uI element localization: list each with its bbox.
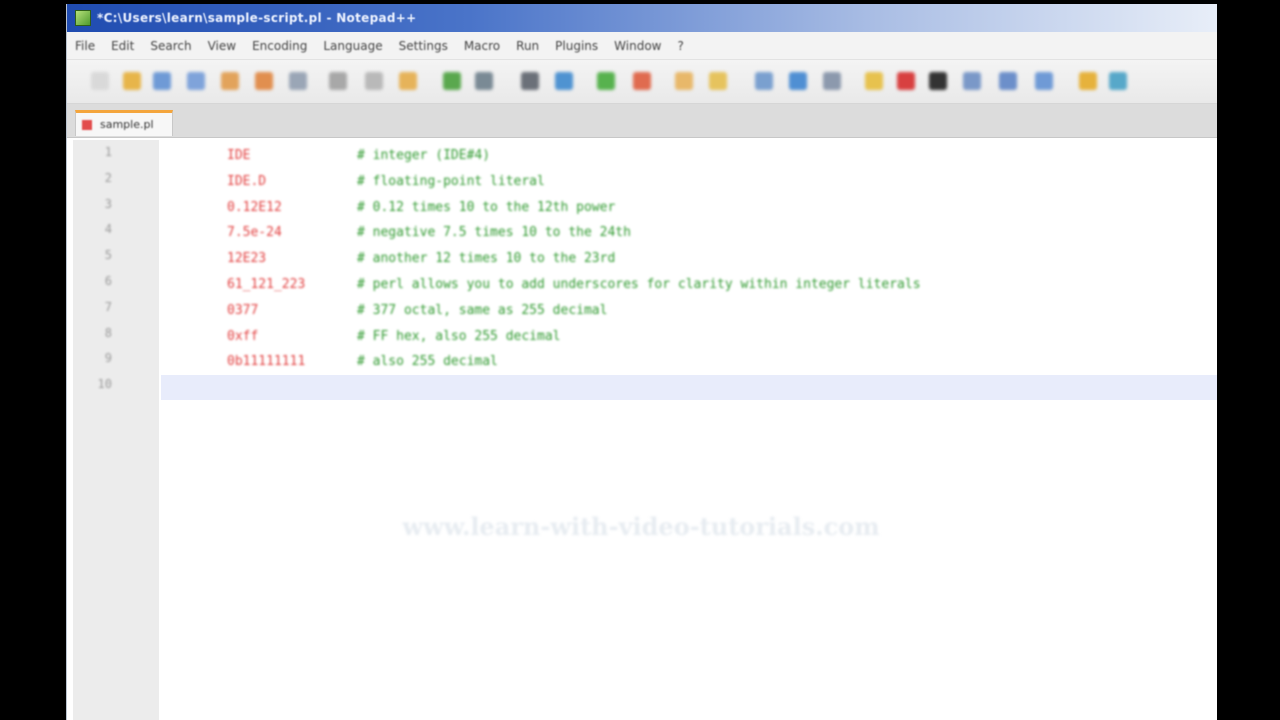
menu-settings[interactable]: Settings (399, 39, 448, 53)
line-number: 8 (104, 325, 112, 340)
code-comment: # 377 octal, same as 255 decimal (357, 302, 608, 318)
code-comment: # perl allows you to add underscores for… (357, 277, 921, 292)
code-comment: # FF hex, also 255 decimal (357, 328, 561, 344)
menu-help[interactable]: ? (677, 39, 683, 53)
new-file-icon[interactable] (91, 72, 109, 90)
toolbar (67, 60, 1217, 104)
sync-h-icon[interactable] (709, 72, 727, 90)
menu-window[interactable]: Window (614, 39, 661, 53)
code-comment: # negative 7.5 times 10 to the 24th (357, 225, 631, 241)
tab-sample-pl[interactable]: sample.pl (75, 110, 173, 136)
stop-macro-icon[interactable] (929, 72, 947, 90)
code-line[interactable]: 0xff # FF hex, also 255 decimal (161, 324, 1217, 349)
code-line[interactable] (161, 375, 1217, 401)
line-number: 1 (104, 145, 112, 159)
code-line[interactable]: 0.12E12 # 0.12 times 10 to the 12th power (161, 195, 1217, 220)
close-all-icon[interactable] (255, 72, 273, 90)
code-literal: 12E23 (227, 251, 267, 267)
code-line[interactable]: 7.5e-24 # negative 7.5 times 10 to the 24… (161, 220, 1217, 245)
line-number: 10 (97, 377, 112, 392)
zoom-in-icon[interactable] (597, 72, 615, 90)
code-line[interactable]: 0b11111111 # also 255 decimal (161, 349, 1217, 374)
title-bar[interactable]: *C:\Users\learn\sample-script.pl - Notep… (67, 4, 1217, 32)
tab-label: sample.pl (100, 118, 154, 131)
code-comment: # also 255 decimal (357, 354, 498, 370)
user-lang-icon[interactable] (865, 72, 883, 90)
plugin-icon[interactable] (1109, 72, 1127, 90)
play-multi-icon[interactable] (999, 72, 1017, 90)
open-file-icon[interactable] (123, 72, 141, 90)
menu-run[interactable]: Run (516, 39, 539, 53)
line-number: 5 (104, 248, 112, 263)
code-literal: 0xff (227, 328, 259, 344)
line-number: 4 (104, 222, 112, 237)
find-icon[interactable] (521, 72, 539, 90)
undo-icon[interactable] (443, 72, 461, 90)
menu-file[interactable]: File (75, 39, 95, 53)
menu-edit[interactable]: Edit (111, 39, 134, 53)
menu-macro[interactable]: Macro (464, 39, 500, 53)
redo-icon[interactable] (475, 72, 493, 90)
menu-bar: File Edit Search View Encoding Language … (67, 32, 1217, 60)
code-editor[interactable]: IDE # integer (IDE#4) IDE.D # floating-poin… (161, 140, 1217, 720)
save-macro-icon[interactable] (1035, 72, 1053, 90)
run-icon[interactable] (1079, 72, 1097, 90)
code-literal: 0377 (227, 302, 259, 318)
line-number: 6 (104, 274, 112, 288)
menu-language[interactable]: Language (323, 39, 382, 53)
notepad-plus-plus-icon (75, 10, 91, 26)
paste-icon[interactable] (399, 72, 417, 90)
save-all-icon[interactable] (187, 72, 205, 90)
code-line[interactable]: 12E23 # another 12 times 10 to the 23rd (161, 246, 1217, 271)
tab-bar: sample.pl (67, 104, 1217, 138)
menu-view[interactable]: View (208, 39, 236, 53)
cut-icon[interactable] (329, 72, 347, 90)
app-window: *C:\Users\learn\sample-script.pl - Notep… (66, 4, 1217, 720)
play-macro-icon[interactable] (963, 72, 981, 90)
code-literal: 0b11111111 (227, 354, 306, 370)
code-line[interactable]: IDE # integer (IDE#4) (161, 143, 1217, 168)
code-literal: 61_121_223 (227, 277, 306, 292)
code-literal: 0.12E12 (227, 199, 282, 215)
menu-search[interactable]: Search (150, 39, 191, 53)
line-number: 3 (104, 196, 112, 211)
indent-guide-icon[interactable] (823, 72, 841, 90)
save-icon[interactable] (153, 72, 171, 90)
code-comment: # integer (IDE#4) (357, 148, 491, 163)
code-comment: # another 12 times 10 to the 23rd (357, 251, 616, 267)
code-comment: # 0.12 times 10 to the 12th power (357, 199, 616, 215)
zoom-out-icon[interactable] (633, 72, 651, 90)
code-literal: IDE.D (227, 173, 267, 189)
sync-v-icon[interactable] (675, 72, 693, 90)
record-macro-icon[interactable] (897, 72, 915, 90)
unsaved-file-icon (82, 119, 92, 130)
menu-plugins[interactable]: Plugins (555, 39, 598, 53)
line-number: 7 (104, 299, 112, 314)
line-number: 9 (104, 351, 112, 366)
line-number: 2 (104, 170, 112, 185)
code-line[interactable]: 61_121_223 # perl allows you to add under… (161, 272, 1217, 297)
code-comment: # floating-point literal (357, 173, 545, 189)
watermark: www.learn-with-video-tutorials.com (402, 512, 880, 541)
code-literal: 7.5e-24 (227, 225, 282, 241)
code-line[interactable]: 0377 # 377 octal, same as 255 decimal (161, 298, 1217, 323)
close-icon[interactable] (221, 72, 239, 90)
word-wrap-icon[interactable] (755, 72, 773, 90)
replace-icon[interactable] (555, 72, 573, 90)
window-title: *C:\Users\learn\sample-script.pl - Notep… (97, 11, 417, 25)
code-literal: IDE (227, 148, 251, 163)
all-chars-icon[interactable] (789, 72, 807, 90)
print-icon[interactable] (289, 72, 307, 90)
menu-encoding[interactable]: Encoding (252, 39, 307, 53)
copy-icon[interactable] (365, 72, 383, 90)
code-line[interactable]: IDE.D # floating-point literal (161, 169, 1217, 194)
